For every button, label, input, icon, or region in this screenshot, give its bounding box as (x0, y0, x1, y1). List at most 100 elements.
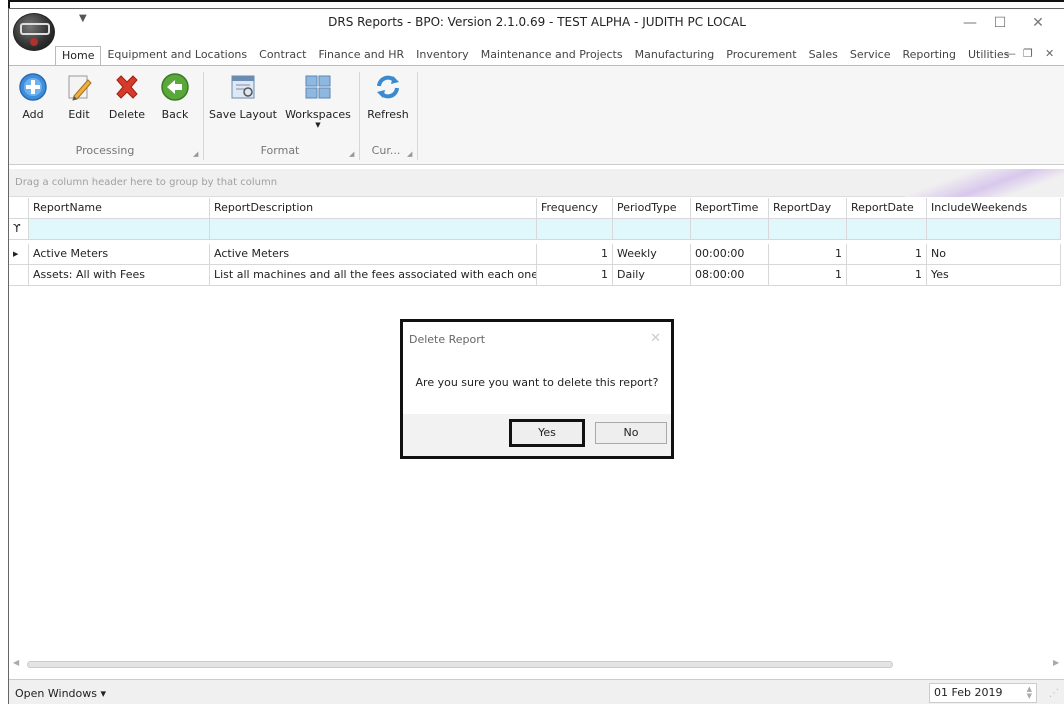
cell-reportdate[interactable]: 1 (847, 244, 927, 265)
filter-cell-reportname[interactable] (29, 219, 210, 240)
back-arrow-icon (160, 72, 190, 102)
delete-report-dialog: Delete Report ✕ Are you sure you want to… (400, 319, 674, 459)
cell-reportname[interactable]: Active Meters (29, 244, 210, 265)
tab-home[interactable]: Home (55, 46, 102, 66)
grid-header-row: ReportName ReportDescription Frequency P… (9, 198, 1064, 219)
scrollbar-thumb[interactable] (27, 661, 893, 668)
filter-cell-frequency[interactable] (537, 219, 613, 240)
cell-includeweekends[interactable]: No (927, 244, 1061, 265)
tab-manufacturing[interactable]: Manufacturing (629, 46, 721, 66)
cell-reportdescription[interactable]: List all machines and all the fees assoc… (210, 265, 537, 286)
decorative-swoosh (905, 169, 1064, 197)
col-header-reportdate[interactable]: ReportDate (847, 198, 927, 219)
tab-contract[interactable]: Contract (253, 46, 312, 66)
mdi-close-icon[interactable]: ✕ (1045, 47, 1054, 60)
ribbon-panel: Add Edit Delete Back Processing ◢ Save L… (9, 65, 1064, 165)
filter-cell-reporttime[interactable] (691, 219, 769, 240)
cell-includeweekends[interactable]: Yes (927, 265, 1061, 286)
col-header-frequency[interactable]: Frequency (537, 198, 613, 219)
tab-sales[interactable]: Sales (803, 46, 844, 66)
filter-icon: ϒ (9, 219, 29, 240)
date-field[interactable]: 01 Feb 2019 ▲ ▼ (929, 683, 1037, 703)
col-header-reportday[interactable]: ReportDay (769, 198, 847, 219)
cell-reportday[interactable]: 1 (769, 244, 847, 265)
app-logo-icon[interactable] (13, 13, 55, 51)
add-icon (18, 72, 48, 102)
back-button[interactable]: Back (157, 72, 193, 121)
status-bar: Open Windows ▾ 01 Feb 2019 ▲ ▼ ⋰ (9, 679, 1064, 704)
open-windows-menu[interactable]: Open Windows ▾ (15, 687, 106, 700)
tab-service[interactable]: Service (844, 46, 897, 66)
dialog-title: Delete Report (409, 333, 486, 346)
window-title: DRS Reports - BPO: Version 2.1.0.69 - TE… (328, 15, 746, 29)
minimize-button[interactable]: — (957, 13, 983, 33)
close-button[interactable]: ✕ (1025, 13, 1051, 33)
delete-button[interactable]: Delete (105, 72, 149, 121)
processing-launcher-icon[interactable]: ◢ (193, 150, 198, 158)
delete-x-icon (112, 72, 142, 102)
currency-launcher-icon[interactable]: ◢ (407, 150, 412, 158)
cell-periodtype[interactable]: Daily (613, 265, 691, 286)
ribbon-tabs: Home Equipment and Locations Contract Fi… (55, 44, 1015, 66)
cell-periodtype[interactable]: Weekly (613, 244, 691, 265)
col-header-periodtype[interactable]: PeriodType (613, 198, 691, 219)
scroll-left-icon[interactable]: ◀ (13, 658, 19, 667)
filter-cell-periodtype[interactable] (613, 219, 691, 240)
ribbon-collapse-icon[interactable]: — (1005, 47, 1016, 60)
auto-filter-row: ϒ (9, 219, 1064, 240)
edit-button[interactable]: Edit (61, 72, 97, 121)
group-by-panel[interactable]: Drag a column header here to group by th… (9, 169, 1064, 197)
tab-reporting[interactable]: Reporting (897, 46, 962, 66)
cell-reporttime[interactable]: 08:00:00 (691, 265, 769, 286)
add-button[interactable]: Add (15, 72, 51, 121)
group-label-format: Format (260, 144, 300, 157)
horizontal-scrollbar[interactable]: ◀ ▶ (9, 657, 1064, 671)
tab-finance-and-hr[interactable]: Finance and HR (312, 46, 410, 66)
mdi-restore-icon[interactable]: ❐ (1023, 47, 1033, 60)
cell-reportname[interactable]: Assets: All with Fees (29, 265, 210, 286)
filter-cell-reportday[interactable] (769, 219, 847, 240)
col-header-includeweekends[interactable]: IncludeWeekends (927, 198, 1061, 219)
workspaces-icon (303, 72, 333, 102)
scroll-right-icon[interactable]: ▶ (1053, 658, 1059, 667)
save-layout-icon (228, 72, 258, 102)
cell-reportdate[interactable]: 1 (847, 265, 927, 286)
dialog-close-icon[interactable]: ✕ (650, 331, 661, 346)
tab-inventory[interactable]: Inventory (410, 46, 475, 66)
save-layout-label: Save Layout (209, 108, 277, 121)
maximize-button[interactable]: ☐ (987, 13, 1013, 33)
tab-maintenance-and-projects[interactable]: Maintenance and Projects (475, 46, 629, 66)
col-header-reporttime[interactable]: ReportTime (691, 198, 769, 219)
workspaces-button[interactable]: Workspaces ▼ (283, 72, 353, 129)
tab-procurement[interactable]: Procurement (720, 46, 802, 66)
table-row[interactable]: ▶ Active Meters Active Meters 1 Weekly 0… (9, 244, 1064, 265)
col-header-reportdescription[interactable]: ReportDescription (210, 198, 537, 219)
save-layout-button[interactable]: Save Layout (207, 72, 279, 121)
workspaces-label: Workspaces (285, 108, 351, 121)
refresh-button[interactable]: Refresh (363, 72, 413, 121)
format-launcher-icon[interactable]: ◢ (349, 150, 354, 158)
filter-cell-includeweekends[interactable] (927, 219, 1061, 240)
filter-cell-reportdescription[interactable] (210, 219, 537, 240)
delete-label: Delete (108, 108, 146, 121)
tab-equipment-and-locations[interactable]: Equipment and Locations (101, 46, 253, 66)
no-button[interactable]: No (595, 422, 667, 444)
cell-frequency[interactable]: 1 (537, 244, 613, 265)
cell-reportday[interactable]: 1 (769, 265, 847, 286)
back-label: Back (161, 108, 189, 121)
edit-label: Edit (68, 108, 90, 121)
filter-cell-reportdate[interactable] (847, 219, 927, 240)
date-spinner-icon[interactable]: ▲ ▼ (1027, 686, 1032, 700)
workspaces-dropdown-icon: ▼ (315, 121, 321, 129)
col-header-reportname[interactable]: ReportName (29, 198, 210, 219)
cell-frequency[interactable]: 1 (537, 265, 613, 286)
resize-grip-icon[interactable]: ⋰ (1049, 688, 1061, 702)
cell-reporttime[interactable]: 00:00:00 (691, 244, 769, 265)
yes-button[interactable]: Yes (509, 419, 585, 447)
window-border-top (8, 0, 1064, 2)
table-row[interactable]: Assets: All with Fees List all machines … (9, 265, 1064, 286)
cell-reportdescription[interactable]: Active Meters (210, 244, 537, 265)
app-window: ▼ DRS Reports - BPO: Version 2.1.0.69 - … (8, 8, 1064, 704)
edit-pencil-icon (64, 72, 94, 102)
date-value: 01 Feb 2019 (934, 686, 1003, 699)
